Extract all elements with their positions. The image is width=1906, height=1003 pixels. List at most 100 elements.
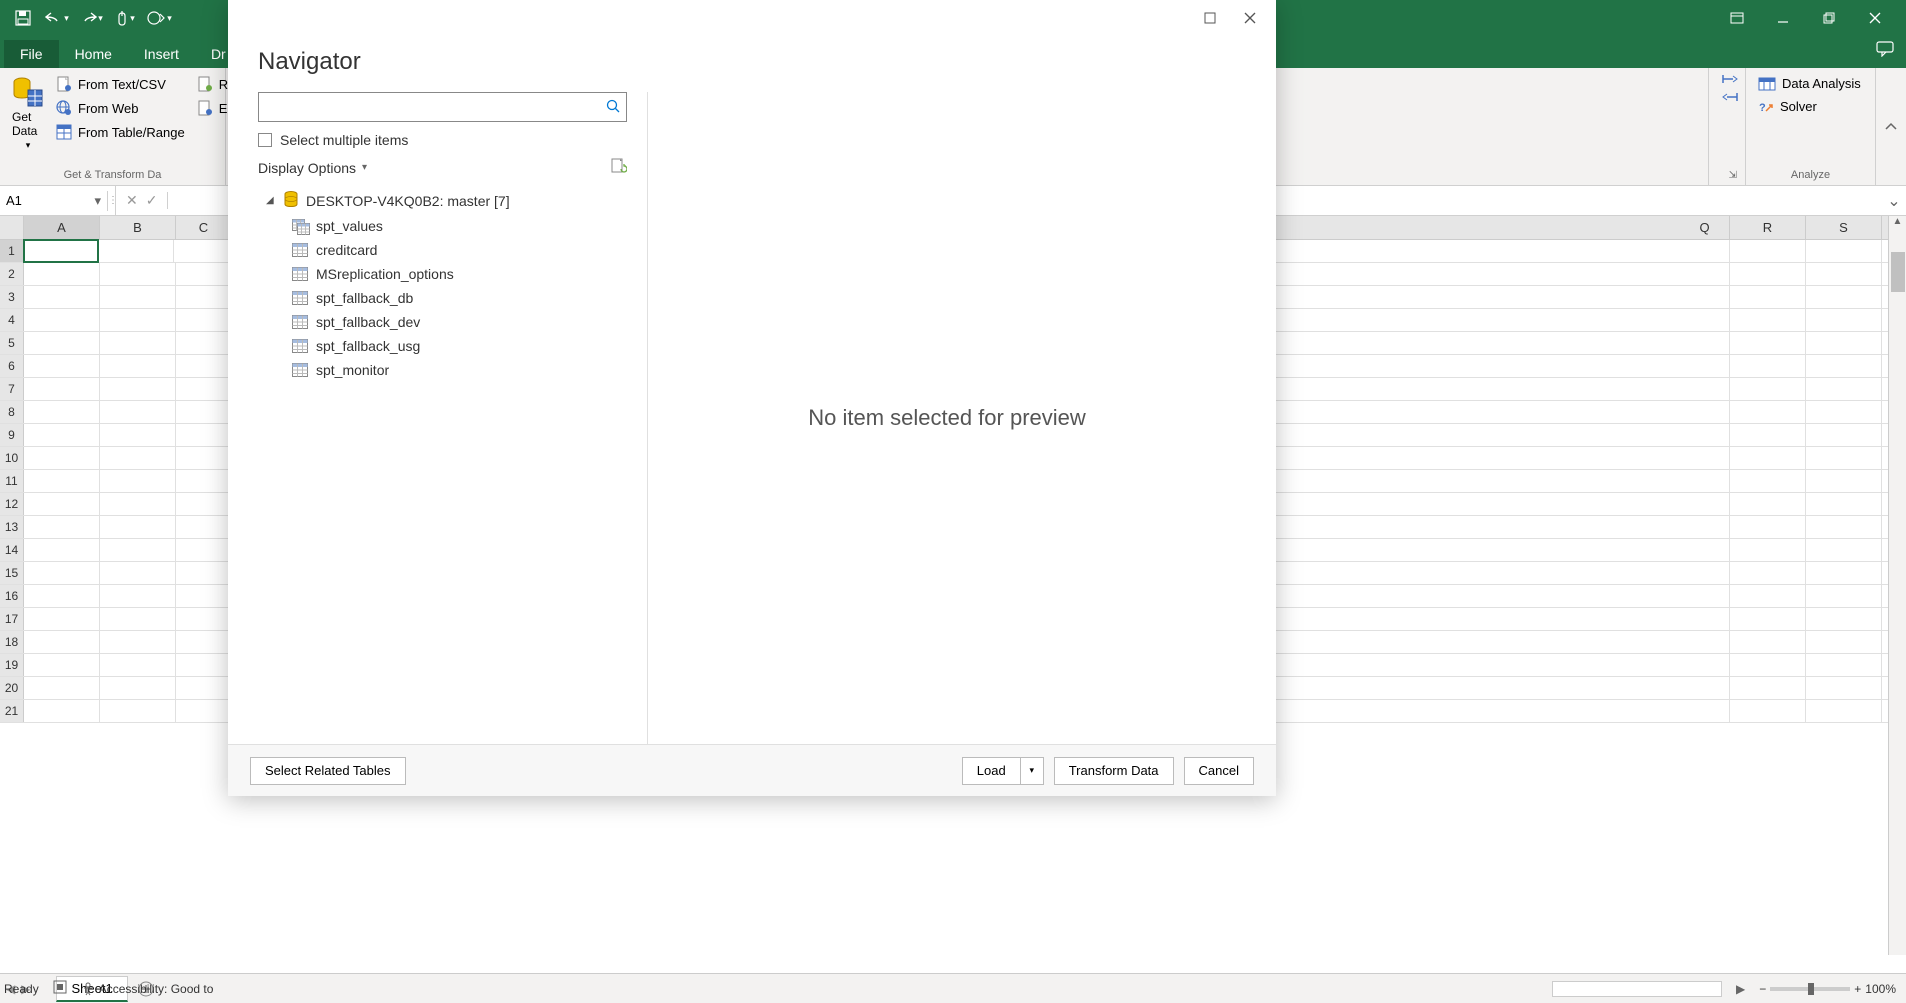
- row-header[interactable]: 9: [0, 424, 24, 446]
- cell[interactable]: [100, 654, 176, 676]
- cell[interactable]: [176, 677, 232, 699]
- collapse-ribbon-button[interactable]: [1876, 68, 1906, 185]
- cell[interactable]: [1806, 700, 1882, 722]
- cell[interactable]: [1680, 309, 1730, 331]
- tree-item[interactable]: spt_fallback_dev: [258, 310, 627, 334]
- row-header[interactable]: 11: [0, 470, 24, 492]
- cell[interactable]: [176, 654, 232, 676]
- cell[interactable]: [1730, 332, 1806, 354]
- cell[interactable]: [24, 585, 100, 607]
- tree-item[interactable]: MSreplication_options: [258, 262, 627, 286]
- cell[interactable]: [100, 286, 176, 308]
- cell[interactable]: [1680, 332, 1730, 354]
- cell[interactable]: [176, 263, 232, 285]
- cell[interactable]: [1806, 424, 1882, 446]
- cell[interactable]: [100, 424, 176, 446]
- tree-root-node[interactable]: ◢ DESKTOP-V4KQ0B2: master [7]: [258, 187, 627, 214]
- cell[interactable]: [1730, 263, 1806, 285]
- cell[interactable]: [1680, 240, 1730, 262]
- cell[interactable]: [100, 493, 176, 515]
- cell[interactable]: [1680, 562, 1730, 584]
- cell[interactable]: [1730, 240, 1806, 262]
- name-box-input[interactable]: [6, 193, 86, 208]
- cell[interactable]: [176, 516, 232, 538]
- select-related-tables-button[interactable]: Select Related Tables: [250, 757, 406, 785]
- cell[interactable]: [1680, 493, 1730, 515]
- cell[interactable]: [24, 654, 100, 676]
- cell[interactable]: [1730, 493, 1806, 515]
- cell[interactable]: [1730, 424, 1806, 446]
- touch-mode-button[interactable]: ▾: [110, 4, 140, 32]
- tree-item[interactable]: spt_monitor: [258, 358, 627, 382]
- zoom-in-button[interactable]: +: [1854, 982, 1861, 996]
- cell[interactable]: [1730, 539, 1806, 561]
- name-box-dropdown[interactable]: ▾: [94, 193, 101, 209]
- cell[interactable]: [1730, 700, 1806, 722]
- select-multiple-checkbox[interactable]: Select multiple items: [258, 132, 627, 148]
- cell[interactable]: [1680, 677, 1730, 699]
- macro-record-icon[interactable]: [53, 980, 67, 997]
- col-header-s[interactable]: S: [1806, 216, 1882, 239]
- cell[interactable]: [1680, 263, 1730, 285]
- refresh-button[interactable]: [611, 158, 627, 177]
- cell[interactable]: [176, 332, 232, 354]
- cell[interactable]: [98, 240, 174, 262]
- row-header[interactable]: 14: [0, 539, 24, 561]
- col-header-r[interactable]: R: [1730, 216, 1806, 239]
- row-header[interactable]: 4: [0, 309, 24, 331]
- cell[interactable]: [100, 608, 176, 630]
- from-text-csv-button[interactable]: From Text/CSV: [52, 74, 189, 94]
- cell[interactable]: [1806, 631, 1882, 653]
- cell[interactable]: [24, 700, 100, 722]
- data-analysis-button[interactable]: Data Analysis: [1754, 74, 1865, 93]
- row-header[interactable]: 1: [0, 240, 24, 262]
- horizontal-scrollbar[interactable]: [1552, 981, 1722, 997]
- cell[interactable]: [1806, 240, 1882, 262]
- zoom-out-button[interactable]: −: [1759, 982, 1766, 996]
- cell[interactable]: [100, 332, 176, 354]
- cell[interactable]: [1806, 516, 1882, 538]
- cell[interactable]: [24, 355, 100, 377]
- ungroup-button[interactable]: [1717, 90, 1743, 104]
- cell[interactable]: [1806, 585, 1882, 607]
- row-header[interactable]: 15: [0, 562, 24, 584]
- zoom-slider[interactable]: [1770, 987, 1850, 991]
- zoom-level[interactable]: 100%: [1865, 982, 1896, 996]
- cell[interactable]: [100, 700, 176, 722]
- cell[interactable]: [1680, 355, 1730, 377]
- cell[interactable]: [1730, 378, 1806, 400]
- row-header[interactable]: 6: [0, 355, 24, 377]
- scroll-right-button[interactable]: ▶: [1736, 982, 1745, 996]
- cell[interactable]: [1806, 332, 1882, 354]
- row-header[interactable]: 21: [0, 700, 24, 722]
- cell[interactable]: [176, 700, 232, 722]
- cell[interactable]: [1680, 539, 1730, 561]
- from-web-button[interactable]: From Web: [52, 98, 189, 118]
- row-header[interactable]: 7: [0, 378, 24, 400]
- cell[interactable]: [100, 263, 176, 285]
- cell[interactable]: [176, 447, 232, 469]
- close-button[interactable]: [1852, 0, 1898, 36]
- scroll-up-button[interactable]: ▲: [1889, 216, 1906, 234]
- cell[interactable]: [1680, 608, 1730, 630]
- cell[interactable]: [100, 470, 176, 492]
- cell[interactable]: [24, 286, 100, 308]
- cell[interactable]: [1680, 631, 1730, 653]
- cell[interactable]: [176, 424, 232, 446]
- accessibility-status[interactable]: Accessibility: Good to: [81, 982, 214, 996]
- cell[interactable]: [176, 631, 232, 653]
- row-header[interactable]: 20: [0, 677, 24, 699]
- cell[interactable]: [100, 562, 176, 584]
- enter-formula-button[interactable]: ✓: [146, 192, 158, 209]
- cell[interactable]: [24, 332, 100, 354]
- row-header[interactable]: 10: [0, 447, 24, 469]
- cell[interactable]: [176, 378, 232, 400]
- load-dropdown-button[interactable]: ▾: [1020, 757, 1044, 785]
- cancel-button[interactable]: Cancel: [1184, 757, 1254, 785]
- cell[interactable]: [1730, 562, 1806, 584]
- dialog-close-button[interactable]: [1230, 2, 1270, 34]
- col-header-a[interactable]: A: [24, 216, 100, 239]
- cell[interactable]: [24, 562, 100, 584]
- group-button[interactable]: [1717, 72, 1743, 86]
- cell[interactable]: [176, 309, 232, 331]
